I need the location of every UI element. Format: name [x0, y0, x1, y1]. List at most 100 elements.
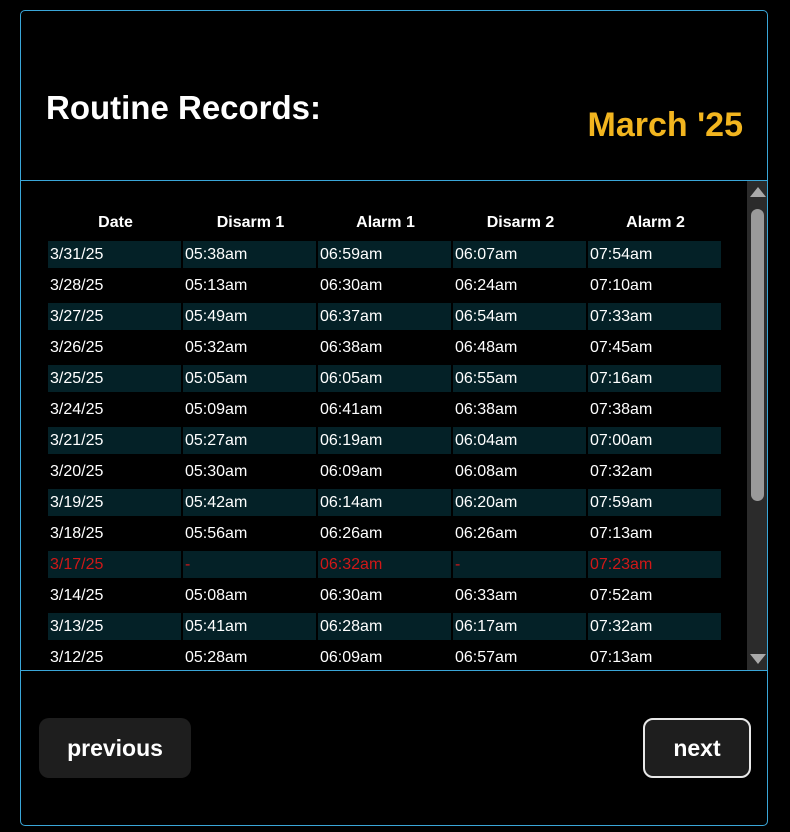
table-row: 3/24/25 05:09am 06:41am 06:38am 07:38am	[48, 394, 723, 425]
column-header-disarm-2: Disarm 2	[486, 214, 555, 231]
cell-disarm-2: 06:04am	[453, 427, 586, 454]
cell-date: 3/14/25	[50, 587, 104, 604]
cell-disarm-2: 06:57am	[455, 649, 518, 666]
cell-disarm-2: 06:54am	[453, 303, 586, 330]
cell-date: 3/25/25	[48, 365, 181, 392]
cell-disarm-1: 05:56am	[185, 525, 248, 542]
cell-disarm-1: 05:09am	[185, 401, 248, 418]
table-row: 3/12/25 05:28am 06:09am 06:57am 07:13am	[48, 642, 723, 670]
table-row: 3/17/25-06:32am -07:23am	[48, 549, 723, 580]
cell-disarm-1: 05:08am	[185, 587, 248, 604]
cell-disarm-2: 06:20am	[453, 489, 586, 516]
cell-disarm-2: -	[453, 551, 586, 578]
table-row: 3/28/25 05:13am 06:30am 06:24am 07:10am	[48, 270, 723, 301]
cell-alarm-1: 06:59am	[318, 241, 451, 268]
cell-alarm-2: 07:32am	[590, 463, 653, 480]
cell-alarm-2: 07:32am	[588, 613, 721, 640]
table-header: Date Disarm 1 Alarm 1 Disarm 2 Alarm 2	[48, 211, 723, 239]
table-row: 3/31/25 05:38am 06:59am 06:07am 07:54am	[48, 239, 723, 270]
cell-alarm-2: 07:23am	[588, 551, 721, 578]
cell-disarm-2: 06:07am	[453, 241, 586, 268]
cell-date: 3/26/25	[50, 339, 104, 356]
records-panel: Routine Records: March '25 Date Disarm 1…	[20, 10, 768, 826]
table-row: 3/18/25 05:56am 06:26am 06:26am 07:13am	[48, 518, 723, 549]
cell-disarm-1: 05:38am	[183, 241, 316, 268]
cell-disarm-1: -	[183, 551, 316, 578]
next-button[interactable]: next	[643, 718, 751, 778]
cell-alarm-1: 06:41am	[320, 401, 383, 418]
cell-alarm-1: 06:30am	[320, 587, 383, 604]
cell-date: 3/13/25	[48, 613, 181, 640]
column-header-alarm-2: Alarm 2	[626, 214, 685, 231]
cell-alarm-2: 07:13am	[590, 649, 653, 666]
cell-date: 3/28/25	[50, 277, 104, 294]
cell-disarm-2: 06:33am	[455, 587, 518, 604]
records-table: Date Disarm 1 Alarm 1 Disarm 2 Alarm 2 3…	[48, 211, 723, 670]
cell-alarm-2: 07:33am	[588, 303, 721, 330]
cell-disarm-2: 06:17am	[453, 613, 586, 640]
cell-alarm-1: 06:14am	[318, 489, 451, 516]
cell-alarm-2: 07:45am	[590, 339, 653, 356]
previous-button[interactable]: previous	[39, 718, 191, 778]
cell-date: 3/17/25	[48, 551, 181, 578]
divider-bottom	[21, 670, 767, 671]
cell-disarm-1: 05:13am	[185, 277, 248, 294]
cell-alarm-1: 06:19am	[318, 427, 451, 454]
cell-alarm-1: 06:05am	[318, 365, 451, 392]
cell-disarm-2: 06:26am	[455, 525, 518, 542]
column-header-date: Date	[98, 214, 133, 231]
cell-alarm-1: 06:32am	[318, 551, 451, 578]
cell-alarm-2: 07:16am	[588, 365, 721, 392]
scrollbar-thumb[interactable]	[751, 209, 764, 501]
cell-disarm-1: 05:27am	[183, 427, 316, 454]
records-table-area: Date Disarm 1 Alarm 1 Disarm 2 Alarm 2 3…	[21, 181, 767, 670]
cell-alarm-2: 07:38am	[590, 401, 653, 418]
cell-disarm-1: 05:05am	[183, 365, 316, 392]
cell-disarm-1: 05:42am	[183, 489, 316, 516]
scroll-up-arrow-icon[interactable]	[750, 187, 766, 197]
cell-disarm-1: 05:30am	[185, 463, 248, 480]
column-header-disarm-1: Disarm 1	[216, 214, 285, 231]
cell-alarm-2: 07:59am	[588, 489, 721, 516]
scrollbar[interactable]	[747, 181, 767, 670]
column-header-alarm-1: Alarm 1	[356, 214, 415, 231]
cell-disarm-1: 05:28am	[185, 649, 248, 666]
table-row: 3/19/25 05:42am 06:14am 06:20am 07:59am	[48, 487, 723, 518]
cell-date: 3/31/25	[48, 241, 181, 268]
cell-alarm-2: 07:54am	[588, 241, 721, 268]
table-row: 3/14/25 05:08am 06:30am 06:33am 07:52am	[48, 580, 723, 611]
table-row: 3/25/25 05:05am 06:05am 06:55am 07:16am	[48, 363, 723, 394]
cell-disarm-2: 06:08am	[455, 463, 518, 480]
cell-alarm-1: 06:38am	[320, 339, 383, 356]
cell-date: 3/20/25	[50, 463, 104, 480]
table-body: 3/31/25 05:38am 06:59am 06:07am 07:54am 3/28/…	[48, 239, 723, 670]
page-title: Routine Records:	[46, 89, 322, 126]
cell-alarm-1: 06:26am	[320, 525, 383, 542]
cell-alarm-1: 06:37am	[318, 303, 451, 330]
cell-date: 3/12/25	[50, 649, 104, 666]
table-row: 3/21/25 05:27am 06:19am 06:04am 07:00am	[48, 425, 723, 456]
cell-disarm-1: 05:49am	[183, 303, 316, 330]
cell-date: 3/21/25	[48, 427, 181, 454]
table-row: 3/20/25 05:30am 06:09am 06:08am 07:32am	[48, 456, 723, 487]
cell-alarm-1: 06:28am	[318, 613, 451, 640]
table-row: 3/27/25 05:49am 06:37am 06:54am 07:33am	[48, 301, 723, 332]
table-row: 3/26/25 05:32am 06:38am 06:48am 07:45am	[48, 332, 723, 363]
month-label: March '25	[587, 106, 744, 144]
cell-date: 3/24/25	[50, 401, 104, 418]
cell-date: 3/18/25	[50, 525, 104, 542]
cell-date: 3/19/25	[48, 489, 181, 516]
cell-alarm-1: 06:09am	[320, 463, 383, 480]
cell-date: 3/27/25	[48, 303, 181, 330]
scroll-down-arrow-icon[interactable]	[750, 654, 766, 664]
cell-disarm-1: 05:41am	[183, 613, 316, 640]
cell-alarm-2: 07:13am	[590, 525, 653, 542]
cell-disarm-2: 06:55am	[453, 365, 586, 392]
cell-alarm-2: 07:52am	[590, 587, 653, 604]
cell-disarm-2: 06:38am	[455, 401, 518, 418]
cell-alarm-2: 07:00am	[588, 427, 721, 454]
cell-disarm-1: 05:32am	[185, 339, 248, 356]
cell-disarm-2: 06:24am	[455, 277, 518, 294]
cell-alarm-2: 07:10am	[590, 277, 653, 294]
cell-disarm-2: 06:48am	[455, 339, 518, 356]
